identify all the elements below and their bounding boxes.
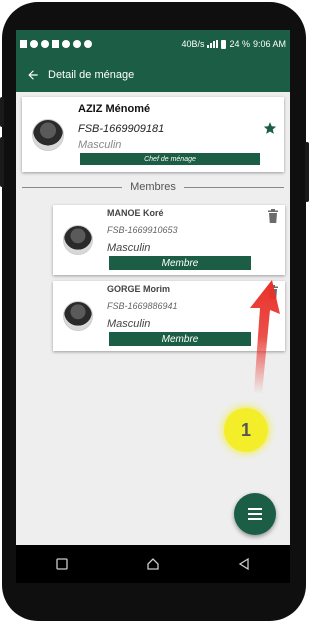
head-name: AZIZ Ménomé	[78, 103, 151, 115]
app-bar: Detail de ménage	[16, 58, 290, 92]
network-speed: 40B/s	[181, 39, 205, 49]
home-button[interactable]	[138, 549, 168, 579]
divider-line-right	[184, 187, 284, 188]
page-title: Detail de ménage	[48, 69, 135, 81]
member-name: MANOE Koré	[107, 208, 164, 218]
avatar	[63, 225, 93, 255]
head-gender: Masculin	[78, 139, 122, 151]
star-icon	[263, 122, 277, 134]
member-id: FSB-1669910653	[107, 225, 178, 235]
member-id: FSB-1669886941	[107, 301, 178, 311]
member-role-badge: Membre	[109, 332, 251, 346]
home-icon	[147, 558, 159, 570]
members-section-label: Membres	[130, 181, 176, 193]
notification-icon	[20, 40, 27, 48]
volume-up-button	[0, 97, 4, 127]
menu-fab-button[interactable]	[234, 493, 276, 535]
member-gender: Masculin	[107, 242, 151, 254]
head-of-household-card[interactable]: AZIZ Ménomé FSB-1669909181 Masculin Chef…	[22, 97, 284, 172]
member-role-badge: Membre	[109, 256, 251, 270]
avatar	[63, 301, 93, 331]
signal-icon	[207, 40, 219, 48]
system-nav-bar	[16, 545, 290, 583]
back-nav-button[interactable]	[229, 549, 259, 579]
back-button[interactable]	[18, 58, 48, 92]
arrow-left-icon	[28, 70, 38, 80]
divider-line-left	[22, 187, 122, 188]
step-badge: 1	[224, 408, 268, 452]
volume-down-button	[0, 137, 4, 187]
notification-icon	[62, 40, 70, 48]
notification-icon	[52, 40, 59, 48]
recents-icon	[56, 558, 68, 570]
clock: 9:06 AM	[252, 39, 286, 49]
trash-icon[interactable]	[267, 209, 279, 223]
battery-icon	[221, 39, 227, 49]
member-name: GORGE Morim	[107, 284, 171, 294]
notification-icon	[84, 40, 92, 48]
notification-icon	[30, 40, 38, 48]
member-card[interactable]: MANOE Koré FSB-1669910653 Masculin Membr…	[53, 205, 285, 275]
status-right: 40B/s 24 % 9:06 AM	[181, 39, 286, 49]
head-id: FSB-1669909181	[78, 123, 165, 135]
head-role-badge: Chef de ménage	[80, 153, 260, 165]
power-button	[305, 142, 309, 202]
notification-icon	[73, 40, 81, 48]
member-gender: Masculin	[107, 318, 151, 330]
avatar	[32, 119, 64, 151]
menu-icon	[248, 508, 262, 520]
recents-button[interactable]	[47, 549, 77, 579]
notification-icon	[41, 40, 49, 48]
back-triangle-icon	[239, 558, 249, 570]
notification-icons	[20, 40, 92, 48]
annotation-arrow-icon	[250, 280, 280, 394]
battery-level: 24 %	[229, 39, 250, 49]
status-bar: 40B/s 24 % 9:06 AM	[16, 30, 290, 58]
